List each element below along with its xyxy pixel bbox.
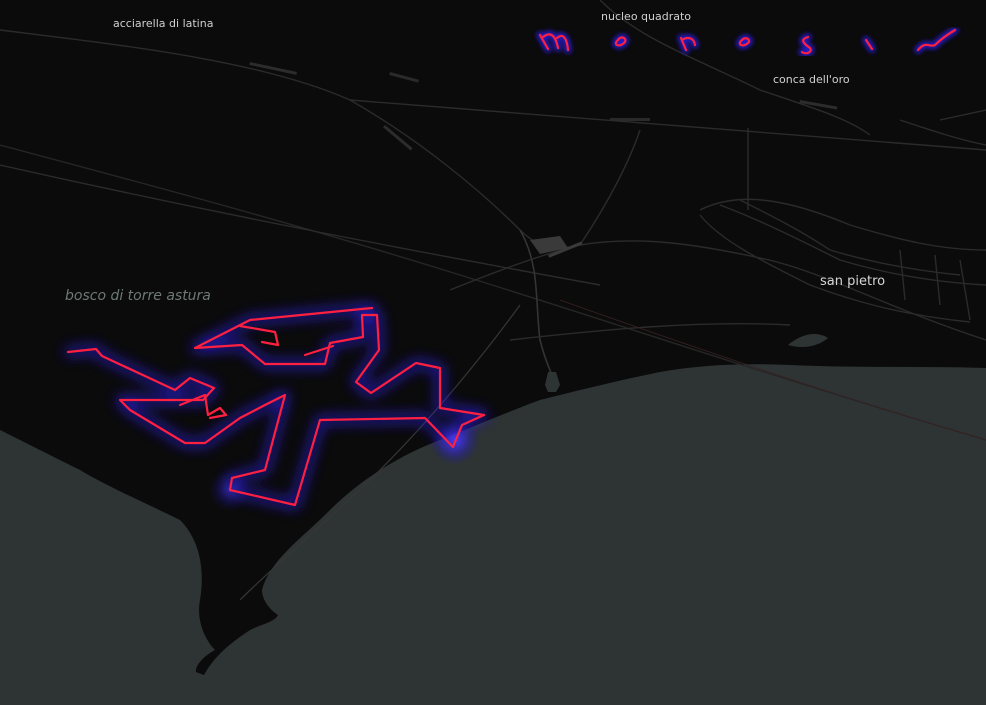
- place-label-san-pietro: san pietro: [820, 274, 885, 289]
- place-label-nucleo-quadrato: nucleo quadrato: [601, 10, 691, 23]
- map-canvas[interactable]: acciarella di latina nucleo quadrato con…: [0, 0, 986, 705]
- place-label-conca-dell-oro: conca dell'oro: [773, 73, 850, 86]
- map-viewport[interactable]: acciarella di latina nucleo quadrato con…: [0, 0, 986, 705]
- forest-label: bosco di torre astura: [65, 288, 211, 304]
- place-label-acciarella: acciarella di latina: [113, 17, 213, 30]
